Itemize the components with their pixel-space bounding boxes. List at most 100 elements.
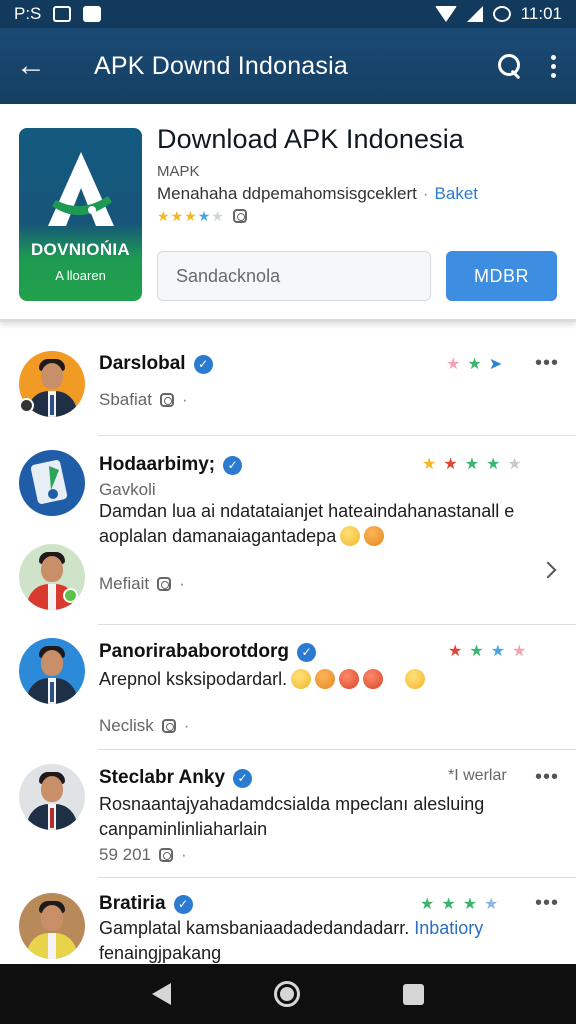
- search-field[interactable]: Sandacknola: [157, 251, 431, 301]
- post-more-icon[interactable]: •••: [535, 766, 559, 789]
- app-bar: ← APK Downd Indonasia: [0, 28, 576, 104]
- primary-action-button[interactable]: MDBR: [446, 251, 557, 301]
- post-author[interactable]: Panorirababorotdorg ✓: [99, 641, 317, 663]
- separator-dot: ·: [181, 845, 187, 864]
- post-meta: Mefiait ·: [99, 574, 185, 594]
- post-meta-text: Sbafiat: [99, 390, 152, 409]
- post-author[interactable]: Hodaarbimy; ✓: [99, 454, 243, 476]
- app-description: Menahaha ddpemahomsisgceklert · Baket: [157, 184, 478, 204]
- post-body-line: canpaminlinliaharlain: [99, 819, 268, 839]
- post-author[interactable]: Bratiria ✓: [99, 893, 193, 915]
- post-body-line-wrap: Gamplatal kamsbaniaadadedandadarr. Inbat…: [99, 916, 483, 941]
- hands-emoji-icon: [364, 526, 385, 546]
- hands-emoji-icon: [315, 669, 336, 689]
- post-author[interactable]: Darslobal ✓: [99, 353, 213, 375]
- star-icon: ★: [184, 208, 197, 224]
- status-time: 11:01: [520, 4, 562, 23]
- nav-recents-icon[interactable]: [403, 983, 425, 1005]
- divider: [98, 877, 576, 878]
- star-icon: ★: [441, 896, 456, 913]
- post-author-name: Hodaarbimy;: [99, 454, 216, 475]
- star-icon: ★: [443, 456, 458, 473]
- image-icon: [53, 6, 72, 22]
- status-left-text: P:S: [14, 4, 42, 23]
- nav-home-icon[interactable]: [273, 981, 300, 1007]
- post-body-line: Arepnol ksksipodardarl.: [99, 669, 288, 689]
- post-rating-text: *I werlar: [448, 767, 507, 784]
- logo-a-icon: [48, 152, 114, 226]
- online-badge-icon: [63, 588, 78, 603]
- post-body-link[interactable]: Inbatiory: [414, 918, 483, 938]
- post-author[interactable]: Steclabr Anky ✓: [99, 767, 253, 789]
- app-avatar-icon: [30, 460, 68, 504]
- post-body-line: aoplalan damanaiagantadepa: [99, 526, 337, 546]
- post-author-name: Bratiria: [99, 893, 166, 914]
- avatar[interactable]: [19, 893, 85, 959]
- bird-icon: ➤: [488, 356, 503, 373]
- post-rating: ★ ★ ➤: [446, 354, 502, 374]
- post-body-line: fenaingjpakang: [99, 943, 222, 963]
- post-body-line: Rosnaantajyahadamdcsialda mpeclanı alesl…: [99, 794, 485, 814]
- star-icon: ★: [157, 208, 170, 224]
- star-icon: ★: [422, 456, 437, 473]
- star-icon: ★: [420, 896, 435, 913]
- camera-icon: [159, 393, 174, 407]
- star-icon: ★: [448, 643, 463, 660]
- app-title: APK Downd Indonasia: [94, 51, 348, 80]
- post-meta-text: Mefiait: [99, 574, 150, 593]
- online-badge-icon: [19, 398, 34, 413]
- post-rating: ★ ★ ★ ★ ★: [422, 454, 522, 474]
- app-subtitle: MAPK: [157, 163, 200, 180]
- smile-emoji-icon: [340, 526, 361, 546]
- divider: [98, 624, 576, 625]
- star-icon: ★: [484, 896, 499, 913]
- search-field-value: Sandacknola: [176, 265, 281, 286]
- star-icon: ★: [486, 456, 501, 473]
- post-meta-text: 59 201: [99, 845, 151, 864]
- separator-dot: ·: [422, 184, 429, 203]
- smile-emoji-icon: [405, 669, 426, 689]
- post-rating: ★ ★ ★ ★: [420, 894, 498, 914]
- post-body: Arepnol ksksipodardarl.: [99, 667, 426, 692]
- nav-back-icon[interactable]: [151, 983, 171, 1005]
- star-icon: ★: [467, 356, 482, 373]
- angry-emoji-icon: [339, 669, 360, 689]
- chevron-right-icon[interactable]: [539, 561, 557, 579]
- post-meta-text: Gavkoli: [99, 480, 156, 499]
- wifi-icon: [434, 6, 457, 22]
- post-body: Rosnaantajyahadamdcsialda mpeclanı alesl…: [99, 792, 484, 842]
- post-meta-text: Neclisk: [99, 716, 154, 735]
- post-meta: Gavkoli: [99, 480, 156, 500]
- sparkle-emoji-icon: [291, 669, 312, 689]
- logo-text: DOVNIOŃIA: [30, 240, 131, 259]
- star-icon: ★: [507, 456, 522, 473]
- app-rating: ★ ★ ★ ★ ★: [157, 209, 247, 223]
- avatar[interactable]: [19, 638, 85, 704]
- post-author-name: Darslobal: [99, 353, 186, 374]
- camera-icon: [232, 209, 247, 223]
- camera-icon: [161, 719, 176, 733]
- post-more-icon[interactable]: •••: [535, 352, 559, 375]
- back-arrow-icon[interactable]: ←: [16, 51, 56, 81]
- star-icon: ★: [469, 643, 484, 660]
- post-meta: 59 201 ·: [99, 845, 187, 865]
- app-description-link[interactable]: Baket: [435, 184, 478, 203]
- avatar[interactable]: [19, 764, 85, 830]
- post-feed[interactable]: Darslobal ✓ Sbafiat · ★ ★ ➤ ••• Hodaarbi…: [0, 334, 576, 964]
- more-vert-icon[interactable]: [551, 54, 560, 78]
- app-name: Download APK Indonesia: [157, 124, 464, 154]
- divider: [98, 749, 576, 750]
- post-more-icon[interactable]: •••: [535, 892, 559, 915]
- search-icon[interactable]: [497, 53, 523, 79]
- system-nav-bar: [0, 964, 576, 1024]
- star-icon: ★: [464, 456, 480, 473]
- camera-icon: [159, 848, 173, 862]
- avatar[interactable]: [19, 450, 85, 516]
- app-description-text: Menahaha ddpemahomsisgceklert: [157, 184, 417, 203]
- post-body: Gamplatal kamsbaniaadadedandadarr. Inbat…: [99, 916, 483, 964]
- star-icon: ★: [512, 643, 527, 660]
- verified-icon: ✓: [193, 354, 213, 374]
- status-bar: P:S 11:01: [0, 0, 576, 28]
- logo-subtext: A lloaren: [55, 268, 106, 283]
- post-meta: Neclisk ·: [99, 716, 189, 736]
